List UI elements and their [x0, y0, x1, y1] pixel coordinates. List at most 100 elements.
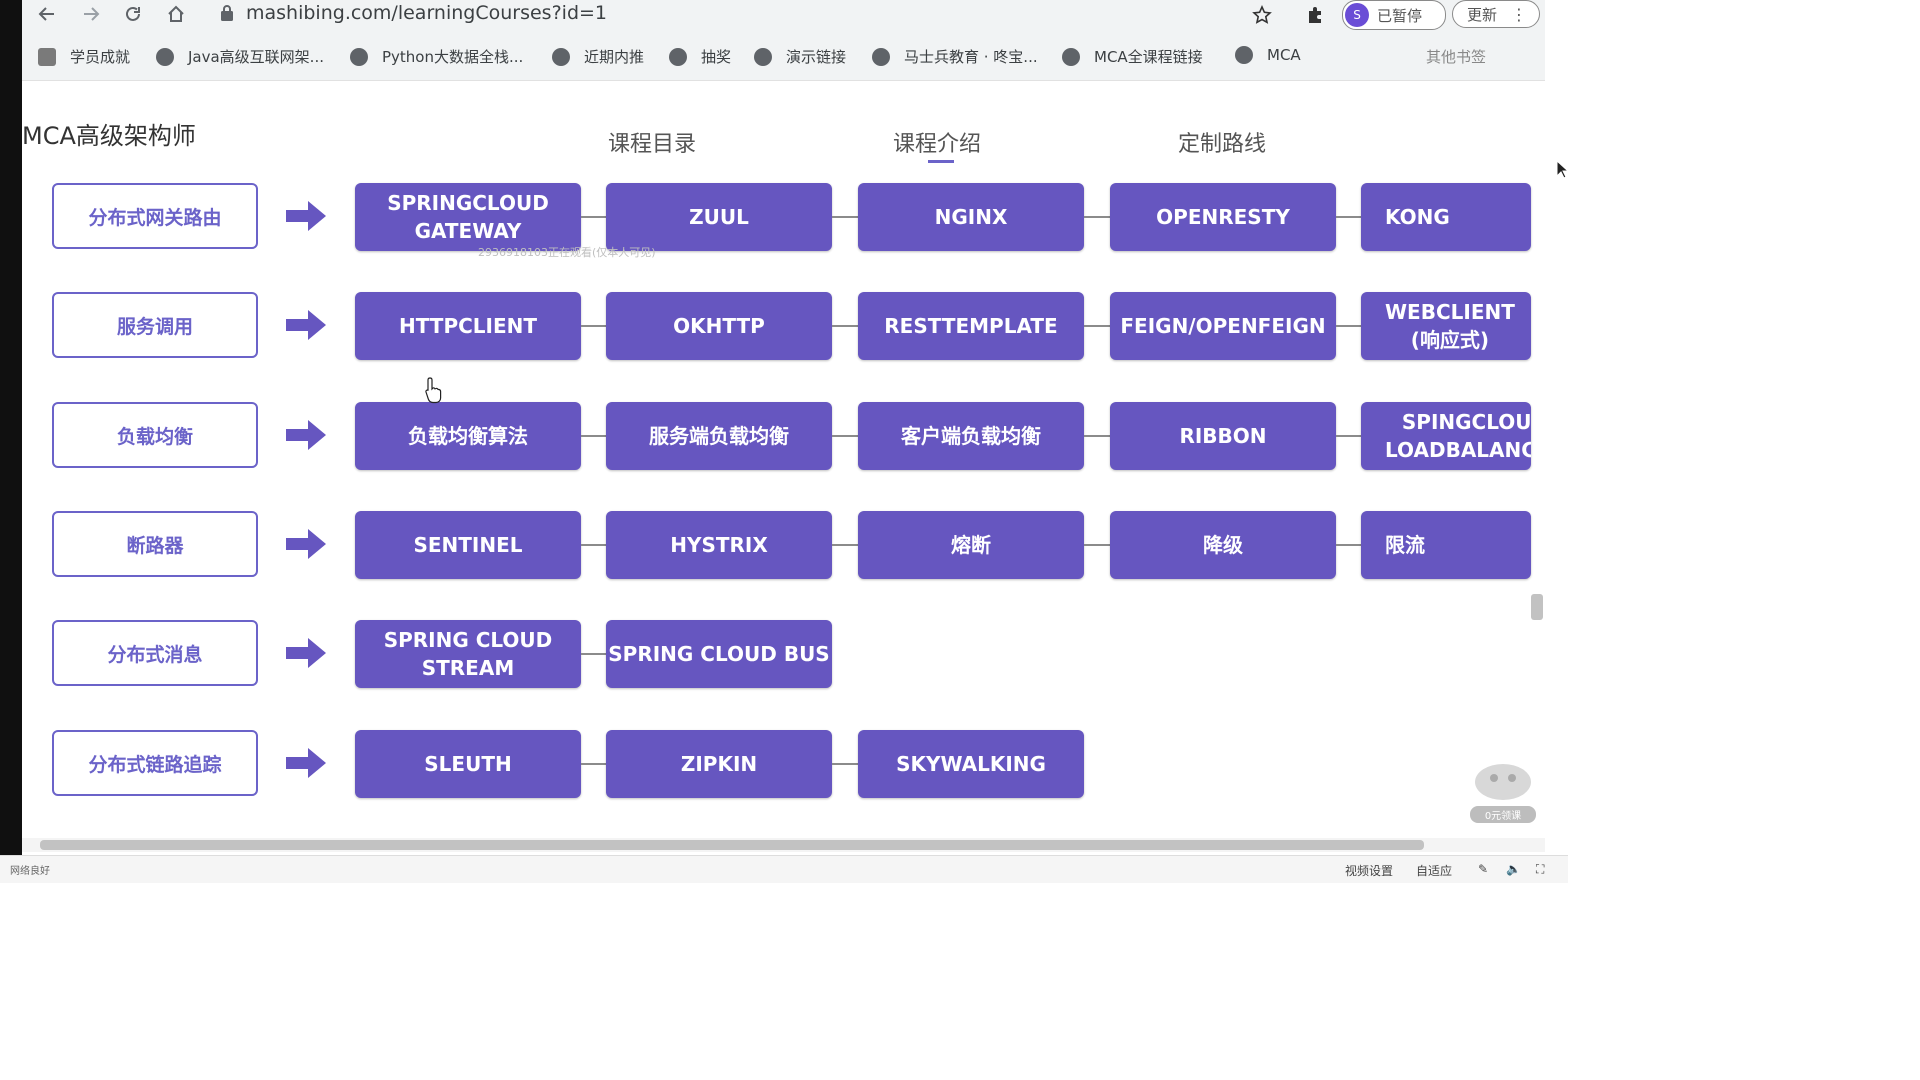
bookmark-item[interactable]: 马士兵教育 · 咚宝... [872, 46, 1038, 67]
mouse-pointer-icon [1556, 160, 1568, 179]
adaptive-button[interactable]: 自适应 [1416, 862, 1452, 879]
category-label: 断路器 [52, 511, 258, 577]
connector-line [581, 544, 606, 546]
topic-box[interactable]: 客户端负载均衡 [858, 402, 1084, 470]
topic-box[interactable]: SPINGCLOUD LOADBALANCER [1361, 402, 1531, 470]
bookmark-item[interactable]: 学员成就 [38, 46, 130, 67]
topic-box[interactable]: SPRING CLOUD STREAM [355, 620, 581, 688]
bookmark-item[interactable]: 其他书签 [1426, 46, 1486, 67]
bookmark-icon [156, 47, 174, 66]
topic-box[interactable]: SPRING CLOUD BUS [606, 620, 832, 688]
bookmark-label: 马士兵教育 · 咚宝... [904, 48, 1038, 66]
category-label: 服务调用 [52, 292, 258, 358]
topic-box[interactable]: 服务端负载均衡 [606, 402, 832, 470]
category-label: 分布式链路追踪 [52, 730, 258, 796]
topic-box[interactable]: HYSTRIX [606, 511, 832, 579]
bookmark-item[interactable]: Python大数据全栈... [350, 46, 523, 67]
bookmark-item[interactable]: 演示链接 [754, 46, 846, 67]
bookmark-label: MCA全课程链接 [1094, 48, 1203, 66]
connector-line [1084, 544, 1110, 546]
topic-box[interactable]: OPENRESTY [1110, 183, 1336, 251]
forward-icon[interactable] [78, 1, 104, 27]
extension-icon[interactable] [1303, 3, 1327, 27]
connector-line [1336, 544, 1361, 546]
topic-box[interactable]: ZIPKIN [606, 730, 832, 798]
topic-box[interactable]: FEIGN/OPENFEIGN [1110, 292, 1336, 360]
lock-icon [221, 5, 233, 21]
connector-line [1336, 325, 1361, 327]
arrow-right-icon [286, 748, 326, 778]
vertical-scrollbar-thumb[interactable] [1531, 594, 1543, 620]
bookmark-icon [1062, 47, 1080, 66]
fullscreen-icon[interactable]: ⛶ [1536, 862, 1544, 877]
video-left-border [0, 0, 22, 855]
bookmark-item[interactable]: 近期内推 [552, 46, 644, 67]
profile-paused-button[interactable]: S 已暂停 [1342, 0, 1446, 30]
bookmark-item[interactable]: MCA全课程链接 [1062, 46, 1203, 67]
bookmark-item[interactable]: MCA [1235, 46, 1301, 64]
bookmark-label: 其他书签 [1426, 48, 1487, 66]
connector-line [581, 435, 606, 437]
connector-line [832, 435, 858, 437]
topic-box[interactable]: SPRINGCLOUD GATEWAY [355, 183, 581, 251]
bookmark-item[interactable]: 抽奖 [669, 46, 731, 67]
category-label: 分布式消息 [52, 620, 258, 686]
topic-box[interactable]: WEBCLIENT (响应式) [1361, 292, 1531, 360]
update-button[interactable]: 更新 ⋮ [1452, 0, 1540, 28]
tab-course-intro[interactable]: 课程介绍 [893, 126, 981, 158]
mascot-icon [1475, 764, 1531, 800]
bookmark-label: 学员成就 [70, 48, 131, 66]
bookmark-icon [38, 47, 56, 66]
category-label: 负载均衡 [52, 402, 258, 468]
tab-course-catalog[interactable]: 课程目录 [608, 126, 696, 158]
topic-box[interactable]: SLEUTH [355, 730, 581, 798]
topic-box[interactable]: 熔断 [858, 511, 1084, 579]
topic-box[interactable]: 降级 [1110, 511, 1336, 579]
topic-box[interactable]: HTTPCLIENT [355, 292, 581, 360]
pen-icon[interactable]: ✎ [1478, 862, 1488, 876]
network-status: 网络良好 [10, 866, 50, 877]
video-settings-button[interactable]: 视频设置 [1345, 862, 1393, 879]
topic-box[interactable]: NGINX [858, 183, 1084, 251]
volume-icon[interactable]: 🔈 [1506, 862, 1521, 876]
bookmark-label: 近期内推 [584, 48, 645, 66]
reload-icon[interactable] [120, 1, 146, 27]
bookmark-icon [350, 47, 368, 66]
topic-box[interactable]: OKHTTP [606, 292, 832, 360]
update-label: 更新 [1467, 5, 1498, 24]
star-icon[interactable] [1250, 3, 1274, 27]
menu-dots-icon[interactable]: ⋮ [1511, 5, 1527, 24]
topic-box[interactable]: 限流 [1361, 511, 1531, 579]
viewer-watermark: 2936918103正在观看(仅本人可见) [478, 246, 656, 259]
bookmark-item[interactable]: Java高级互联网架... [156, 46, 324, 67]
topic-box[interactable]: RESTTEMPLATE [858, 292, 1084, 360]
connector-line [832, 544, 858, 546]
active-tab-indicator [928, 160, 954, 163]
page-right-gutter [1545, 0, 1568, 855]
connector-line [832, 763, 858, 765]
back-icon[interactable] [34, 1, 60, 27]
connector-line [1336, 435, 1361, 437]
connector-line [581, 216, 606, 218]
topic-box[interactable]: ZUUL [606, 183, 832, 251]
topic-box[interactable]: KONG [1361, 183, 1531, 251]
bookmark-label: Java高级互联网架... [188, 48, 324, 66]
tab-custom-route[interactable]: 定制路线 [1178, 126, 1266, 158]
connector-line [832, 216, 858, 218]
page-title: MCA高级架构师 [22, 122, 196, 150]
horizontal-scrollbar-thumb[interactable] [40, 840, 1424, 850]
category-label: 分布式网关路由 [52, 183, 258, 249]
topic-box[interactable]: SENTINEL [355, 511, 581, 579]
topic-box[interactable]: SKYWALKING [858, 730, 1084, 798]
bookmark-label: MCA [1267, 46, 1301, 64]
address-bar[interactable]: mashibing.com/learningCourses?id=1 [246, 2, 607, 24]
connector-line [581, 763, 606, 765]
topic-box[interactable]: RIBBON [1110, 402, 1336, 470]
bookmark-label: 演示链接 [786, 48, 847, 66]
home-icon[interactable] [163, 1, 189, 27]
connector-line [1084, 435, 1110, 437]
bookmark-icon [1235, 46, 1253, 64]
mascot-badge[interactable]: 0元领课 [1470, 752, 1536, 823]
connector-line [1084, 216, 1110, 218]
topic-box[interactable]: 负载均衡算法 [355, 402, 581, 470]
